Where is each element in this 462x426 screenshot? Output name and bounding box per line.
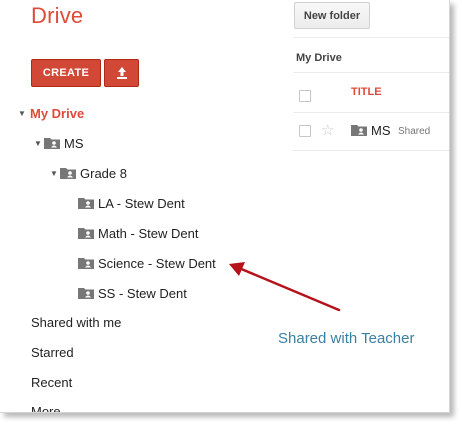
tree-item-ms[interactable]: ▼ MS: [34, 133, 84, 153]
shared-folder-icon: [78, 198, 94, 209]
shared-folder-icon: [78, 258, 94, 269]
nav-starred[interactable]: Starred: [31, 345, 74, 360]
panel-divider: [293, 112, 449, 113]
row-checkbox[interactable]: [299, 125, 311, 137]
tree-item-la[interactable]: LA - Stew Dent: [78, 193, 185, 213]
create-button[interactable]: CREATE: [31, 59, 101, 87]
tree-item-science[interactable]: Science - Stew Dent: [78, 253, 216, 273]
shared-folder-icon: [78, 288, 94, 299]
upload-icon: [116, 67, 127, 79]
star-icon[interactable]: ☆: [321, 121, 334, 139]
nav-shared-with-me[interactable]: Shared with me: [31, 315, 121, 330]
shared-folder-icon: [78, 228, 94, 239]
shared-folder-icon: [351, 125, 367, 136]
caret-down-icon[interactable]: ▼: [50, 169, 58, 178]
tree-item-grade-8[interactable]: ▼ Grade 8: [50, 163, 127, 183]
upload-button[interactable]: [104, 59, 139, 87]
nav-more[interactable]: More: [31, 404, 61, 412]
title-column-header[interactable]: TITLE: [351, 86, 382, 98]
header-divider: [293, 37, 449, 38]
shared-folder-icon: [44, 138, 60, 149]
tree-label: Grade 8: [80, 165, 127, 181]
drive-window: Drive New folder CREATE ▼ My Drive ▼ MS …: [0, 0, 450, 413]
annotation-arrow: [229, 262, 341, 312]
tree-label: MS: [64, 135, 84, 151]
tree-item-math[interactable]: Math - Stew Dent: [78, 223, 198, 243]
tree-label: LA - Stew Dent: [98, 195, 185, 211]
caret-down-icon[interactable]: ▼: [18, 109, 26, 118]
panel-divider: [293, 150, 449, 151]
shared-folder-icon: [60, 168, 76, 179]
caret-down-icon[interactable]: ▼: [34, 139, 42, 148]
tree-label: Science - Stew Dent: [98, 255, 216, 271]
tree-label: SS - Stew Dent: [98, 285, 187, 301]
tree-label: My Drive: [30, 105, 85, 121]
panel-divider: [293, 72, 449, 73]
shared-status-label: Shared: [398, 126, 431, 137]
new-folder-button[interactable]: New folder: [294, 2, 370, 29]
tree-label: Math - Stew Dent: [98, 225, 199, 241]
nav-recent[interactable]: Recent: [31, 375, 72, 390]
tree-item-ss[interactable]: SS - Stew Dent: [78, 283, 187, 303]
select-all-checkbox[interactable]: [299, 90, 311, 102]
breadcrumb[interactable]: My Drive: [296, 52, 342, 64]
app-title[interactable]: Drive: [31, 3, 83, 29]
tree-item-my-drive[interactable]: ▼ My Drive: [18, 103, 84, 123]
file-row-name[interactable]: MS: [371, 123, 391, 138]
annotation-label: Shared with Teacher: [278, 330, 415, 347]
